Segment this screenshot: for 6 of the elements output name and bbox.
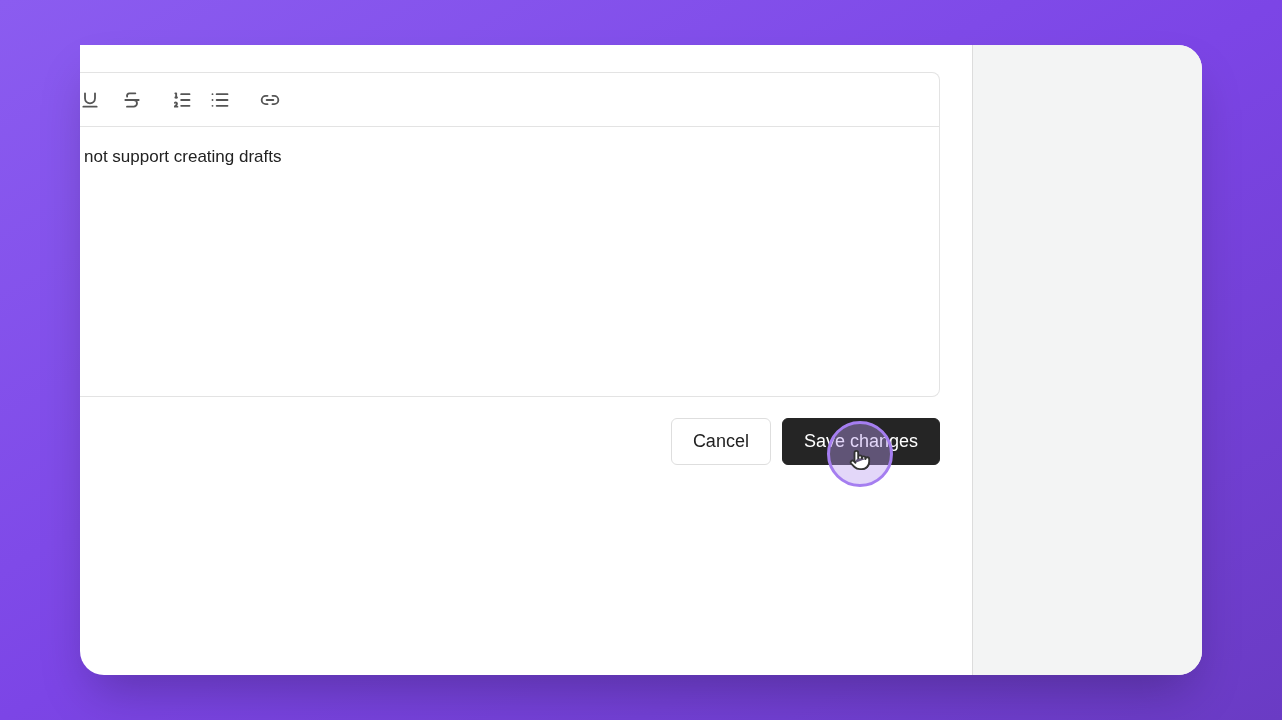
strikethrough-button[interactable] xyxy=(122,89,142,110)
cancel-button[interactable]: Cancel xyxy=(670,418,771,465)
editor-text: not support creating drafts xyxy=(84,146,283,168)
numbered-list-button[interactable] xyxy=(172,89,192,110)
hand-cursor-icon xyxy=(848,449,871,471)
text-editor[interactable]: not support creating drafts xyxy=(80,72,940,397)
